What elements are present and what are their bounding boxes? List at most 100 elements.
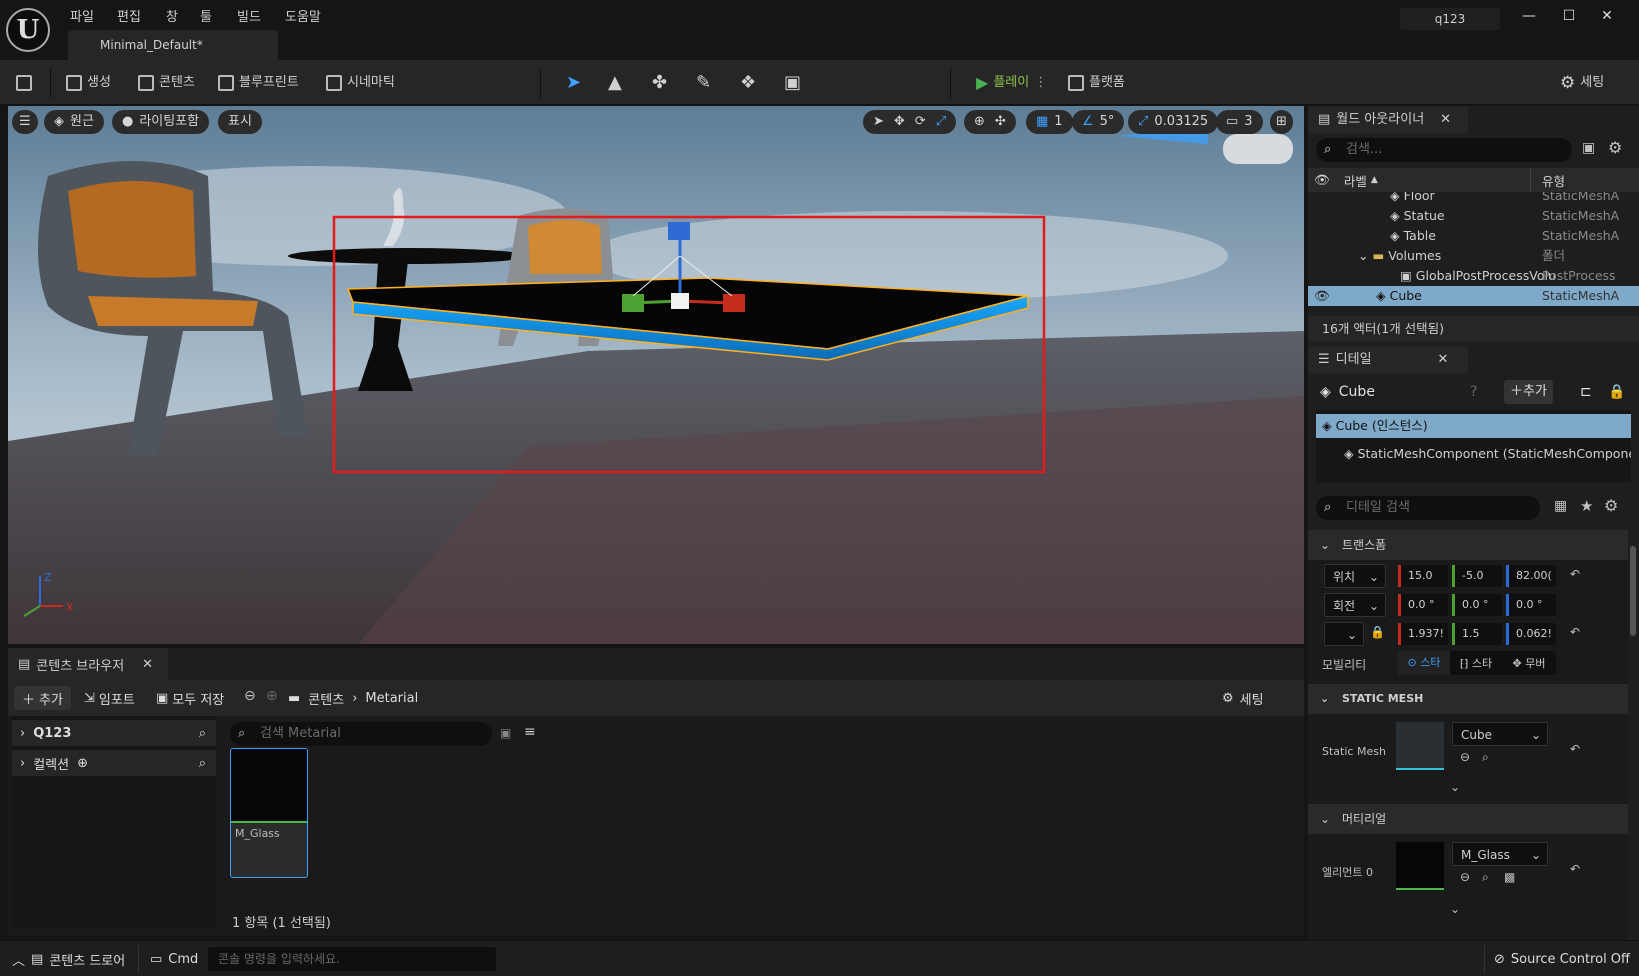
menu-edit[interactable]: 편집 <box>117 6 141 25</box>
reset-icon[interactable]: ↶ <box>1570 742 1580 756</box>
rotation-dropdown[interactable]: 회전 ⌄ <box>1324 593 1386 617</box>
outliner-search-input[interactable]: ⌕ 검색... <box>1316 138 1572 162</box>
rotation-z-field[interactable]: 0.0 ° <box>1506 594 1556 616</box>
blueprint-icon[interactable]: ⊏ <box>1580 384 1592 400</box>
play-button[interactable]: ▶ 플레이 ⋮ <box>976 70 1047 96</box>
close-icon[interactable]: ✕ <box>1592 8 1622 24</box>
fracture-mode-icon[interactable]: ❖ <box>740 70 756 96</box>
content-button[interactable]: 콘텐츠 <box>138 70 195 96</box>
filter-icon[interactable]: ≡ <box>524 724 536 740</box>
close-tab-icon[interactable]: ✕ <box>1440 106 1451 134</box>
rotation-x-field[interactable]: 0.0 ° <box>1398 594 1448 616</box>
lighting-mode-button[interactable]: ● 라이팅포함 <box>112 110 210 134</box>
material-dropdown[interactable]: M_Glass ⌄ <box>1452 842 1548 866</box>
location-x-field[interactable]: 15.0 <box>1398 565 1448 587</box>
rotation-snap-button[interactable]: ∠ 5° <box>1072 110 1125 134</box>
settings-button[interactable]: ⚙ 세팅 <box>1560 70 1604 96</box>
material-thumbnail[interactable] <box>1396 842 1444 890</box>
instance-row[interactable]: ◈ Cube (인스턴스) <box>1316 414 1631 438</box>
modeling-mode-icon[interactable]: ▣ <box>784 70 801 96</box>
user-badge[interactable]: q123 <box>1400 8 1500 30</box>
move-icon[interactable]: ✥ <box>894 110 905 134</box>
asset-tile[interactable]: M_Glass <box>230 748 308 878</box>
scale-icon[interactable]: ⤢ <box>936 110 946 134</box>
mobility-stationary-option[interactable]: ⁅⁆ 스타 <box>1450 655 1502 671</box>
import-button[interactable]: ⇲ 임포트 <box>84 686 135 710</box>
details-search-input[interactable]: ⌕ 디테일 검색 <box>1316 496 1540 520</box>
add-collection-icon[interactable]: ⊕ <box>77 756 88 771</box>
list-item[interactable]: ⌄ ▬ Volumes 폴더 <box>1308 246 1639 266</box>
minimize-icon[interactable]: — <box>1514 8 1544 24</box>
mobility-static-option[interactable]: ⊙ 스타 <box>1398 651 1450 675</box>
transform-section-header[interactable]: ⌄ 트랜스폼 <box>1308 530 1628 560</box>
cmd-button[interactable]: ▭ Cmd <box>150 947 198 971</box>
landscape-mode-icon[interactable]: ▲ <box>608 70 622 96</box>
add-button[interactable]: ＋ 추가 <box>14 686 71 710</box>
star-icon[interactable]: ★ <box>1580 497 1593 515</box>
save-icon[interactable] <box>16 70 32 96</box>
details-scrollbar[interactable] <box>1630 546 1636 636</box>
scale-dropdown[interactable]: ⌄ <box>1324 622 1364 646</box>
scale-z-field[interactable]: 0.062! <box>1506 623 1556 645</box>
location-z-field[interactable]: 82.00( <box>1506 565 1556 587</box>
level-tab[interactable]: Minimal_Default* <box>68 30 278 60</box>
list-item[interactable]: ◈ Floor StaticMeshA <box>1308 192 1639 206</box>
expand-chevron-icon[interactable]: ⌄ <box>1450 902 1460 916</box>
unreal-logo-icon[interactable]: U <box>6 8 50 52</box>
materials-section-header[interactable]: ⌄ 머티리얼 <box>1308 804 1628 834</box>
static-mesh-thumbnail[interactable] <box>1396 722 1444 770</box>
label-column-header[interactable]: 라벨 <box>1344 171 1367 190</box>
viewport-layout-button[interactable]: ⊞ <box>1270 110 1293 134</box>
menu-tools[interactable]: 툴 <box>200 6 212 25</box>
close-tab-icon[interactable]: ✕ <box>1438 346 1449 374</box>
perspective-button[interactable]: ◈ 원근 <box>44 110 104 134</box>
list-item[interactable]: ◈ Table StaticMeshA <box>1308 226 1639 246</box>
asset-search-input[interactable]: ⌕ 검색 Metarial <box>230 722 492 746</box>
browse-icon[interactable]: ⌕ <box>1482 750 1489 765</box>
select-mode-icon[interactable]: ➤ <box>566 70 581 96</box>
type-column-header[interactable]: 유형 <box>1542 171 1565 190</box>
camera-speed-button[interactable]: ▭ 3 <box>1216 110 1263 134</box>
source-control-button[interactable]: ⊘ Source Control Off <box>1494 947 1630 971</box>
location-y-field[interactable]: -5.0 <box>1452 565 1502 587</box>
checker-icon[interactable]: ▩ <box>1504 870 1515 884</box>
outliner-tab[interactable]: ▤ 월드 아웃라이너 ✕ <box>1308 106 1468 134</box>
menu-help[interactable]: 도움말 <box>285 6 321 25</box>
add-component-button[interactable]: ＋추가 <box>1504 380 1553 404</box>
list-item-selected[interactable]: 👁 ◈ Cube StaticMeshA <box>1308 286 1639 306</box>
eye-icon[interactable]: 👁 <box>1314 172 1330 188</box>
console-input[interactable]: 콘솔 명령을 입력하세요. <box>208 947 496 971</box>
table-view-icon[interactable]: ▦ <box>1554 498 1567 514</box>
location-dropdown[interactable]: 위치 ⌄ <box>1324 564 1386 588</box>
level-viewport[interactable]: Z X ☰ ◈ 원근 ● 라이팅포함 표시 ➤ ✥ ⟳ ⤢ ⊕ ✣ ▦ 1 ∠ 5° ⤢… <box>8 106 1304 644</box>
content-drawer-button[interactable]: ︿ ▤ 콘텐츠 드로어 <box>12 947 125 971</box>
static-mesh-dropdown[interactable]: Cube ⌄ <box>1452 722 1548 746</box>
browse-icon[interactable]: ⌕ <box>1482 870 1489 885</box>
scale-y-field[interactable]: 1.5 <box>1452 623 1502 645</box>
add-folder-icon[interactable]: ▣ <box>1582 140 1595 156</box>
show-button[interactable]: 표시 <box>218 110 262 134</box>
platforms-button[interactable]: 플랫폼 <box>1068 70 1125 96</box>
list-item[interactable]: ◈ Statue StaticMeshA <box>1308 206 1639 226</box>
surface-snap-icon[interactable]: ✣ <box>995 110 1006 134</box>
cinematic-button[interactable]: 시네마틱 <box>326 70 395 96</box>
details-tab[interactable]: ☰ 디테일 ✕ <box>1308 346 1468 374</box>
content-browser-tab[interactable]: ▤ 콘텐츠 브라우저 ✕ <box>8 648 168 680</box>
use-selected-icon[interactable]: ⊖ <box>1460 870 1470 884</box>
static-mesh-section-header[interactable]: ⌄ STATIC MESH <box>1308 684 1628 714</box>
expand-chevron-icon[interactable]: ⌄ <box>1450 780 1460 794</box>
lock-icon[interactable]: 🔒 <box>1370 625 1385 639</box>
component-row[interactable]: ◈ StaticMeshComponent (StaticMeshCompone… <box>1316 442 1631 466</box>
reset-icon[interactable]: ↶ <box>1570 625 1580 639</box>
blueprint-button[interactable]: 블루프린트 <box>218 70 299 96</box>
select-arrow-icon[interactable]: ➤ <box>873 110 884 134</box>
forward-icon[interactable]: ⊕ <box>266 688 278 704</box>
back-icon[interactable]: ⊖ <box>244 688 256 704</box>
search-icon[interactable]: ⌕ <box>199 726 206 741</box>
paint-mode-icon[interactable]: ✎ <box>696 70 711 96</box>
maximize-icon[interactable]: ☐ <box>1554 8 1584 24</box>
mobility-movable-option[interactable]: ✥ 무버 <box>1502 655 1556 671</box>
content-settings-button[interactable]: ⚙ 세팅 <box>1222 686 1264 710</box>
list-item[interactable]: ▣ GlobalPostProcessVolu PostProcess <box>1308 266 1639 286</box>
collections-item[interactable]: › 컬렉션 ⊕ ⌕ <box>12 750 216 776</box>
